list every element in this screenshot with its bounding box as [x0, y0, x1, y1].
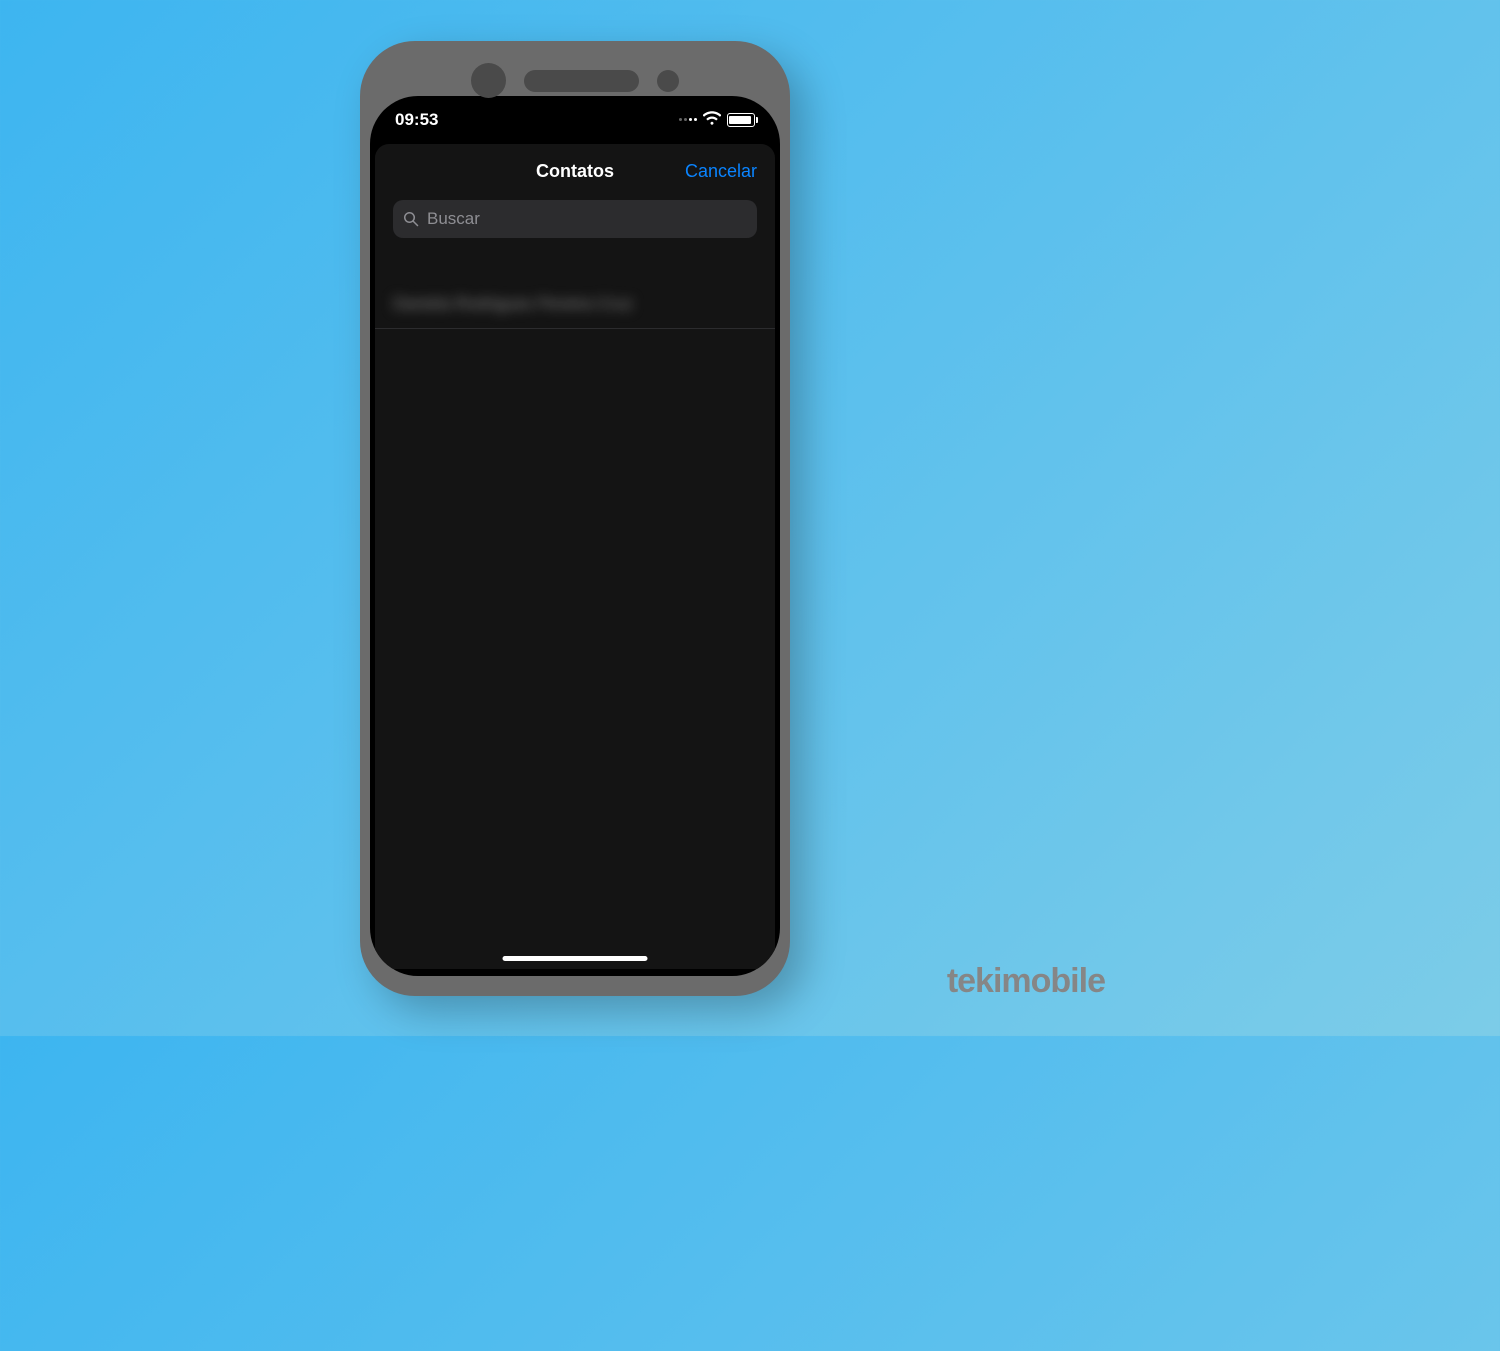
battery-icon — [727, 113, 755, 127]
nav-bar: Contatos Cancelar — [375, 144, 775, 200]
cancel-button[interactable]: Cancelar — [685, 161, 757, 182]
home-indicator[interactable] — [503, 956, 648, 961]
phone-screen: 09:53 Contatos Cancelar — [370, 96, 780, 976]
search-field[interactable] — [393, 200, 757, 238]
status-bar: 09:53 — [370, 96, 780, 144]
nav-title: Contatos — [536, 161, 614, 182]
status-icons — [679, 110, 755, 130]
search-icon — [403, 211, 419, 227]
phone-speaker-bar — [524, 70, 639, 92]
contact-name: Daniela Rodrigues Pereira Cruz — [393, 294, 757, 314]
brand-logo: tekimobile — [947, 962, 1105, 1001]
contacts-modal: Contatos Cancelar Daniela Rodrigues Pere… — [375, 144, 775, 969]
phone-hardware-top — [360, 61, 790, 101]
phone-speaker-dot — [471, 63, 506, 98]
phone-camera-dot — [657, 70, 679, 92]
search-container — [375, 200, 775, 250]
contact-row[interactable]: Daniela Rodrigues Pereira Cruz — [375, 280, 775, 329]
phone-frame: 09:53 Contatos Cancelar — [360, 41, 790, 996]
cellular-signal-icon — [679, 118, 697, 121]
wifi-icon — [703, 110, 721, 130]
search-input[interactable] — [427, 209, 747, 229]
contact-list[interactable]: Daniela Rodrigues Pereira Cruz — [375, 250, 775, 329]
status-time: 09:53 — [395, 110, 438, 130]
